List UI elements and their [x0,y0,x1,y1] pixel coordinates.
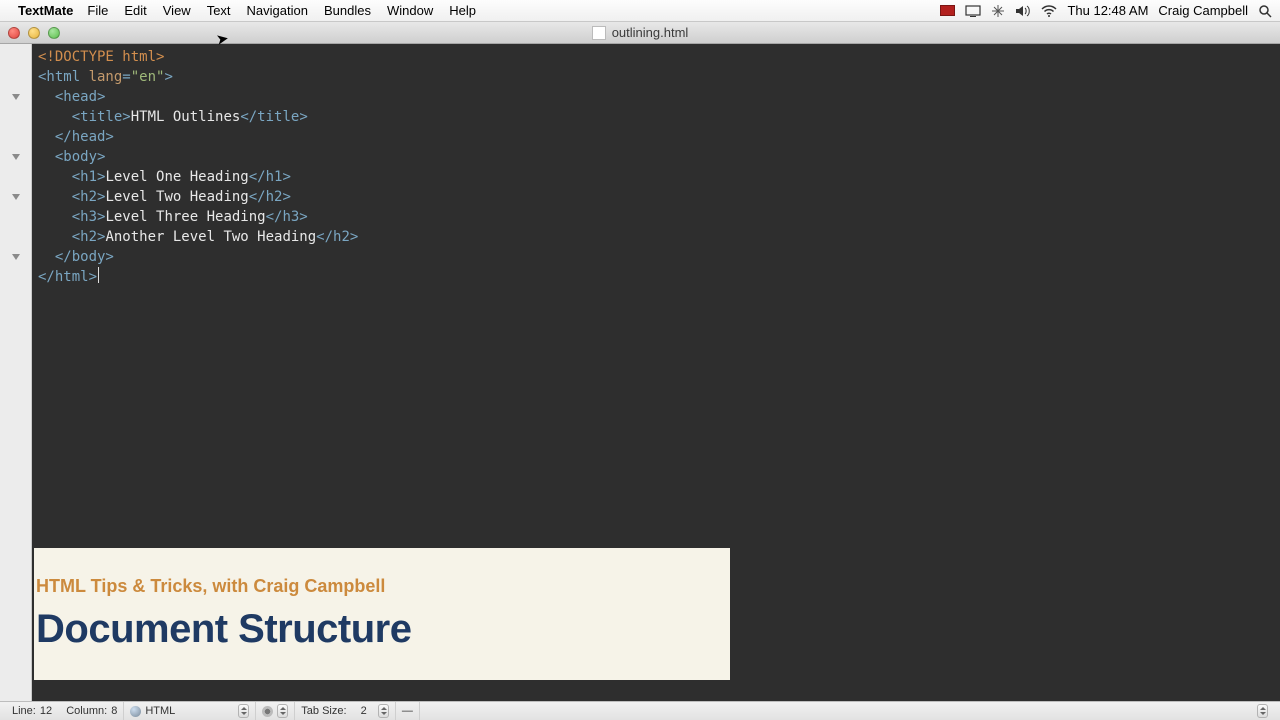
gear-stepper[interactable] [277,704,288,718]
status-tabsize[interactable]: Tab Size: 2 [295,702,396,720]
sync-icon[interactable] [991,4,1005,18]
status-column-label: Column: [66,705,107,717]
volume-icon[interactable] [1015,5,1031,17]
status-corner-stepper[interactable] [1251,702,1274,720]
tabsize-stepper[interactable] [378,704,389,718]
code-line[interactable]: <h2>Level Two Heading</h2> [38,187,1274,207]
globe-icon [130,706,141,717]
status-tabsize-value: 2 [361,705,367,717]
menu-help[interactable]: Help [449,3,476,18]
spotlight-icon[interactable] [1258,4,1272,18]
recording-icon [940,5,955,16]
corner-stepper[interactable] [1257,704,1268,718]
status-column-value: 8 [111,705,117,717]
menu-navigation[interactable]: Navigation [247,3,308,18]
menu-text[interactable]: Text [207,3,231,18]
fold-icon[interactable] [12,154,20,160]
status-line[interactable]: Line: 12 Column: 8 [6,702,124,720]
lower-third-overlay: HTML Tips & Tricks, with Craig Campbell … [34,548,730,680]
window-titlebar[interactable]: outlining.html [0,22,1280,44]
gutter-row[interactable] [0,187,31,207]
close-button[interactable] [8,27,20,39]
menubar-clock[interactable]: Thu 12:48 AM [1067,3,1148,18]
code-line[interactable]: </head> [38,127,1274,147]
gutter-row[interactable] [0,147,31,167]
fold-icon[interactable] [12,94,20,100]
app-name[interactable]: TextMate [18,3,73,18]
code-line[interactable]: <h2>Another Level Two Heading</h2> [38,227,1274,247]
code-line[interactable]: <!DOCTYPE html> [38,47,1274,67]
display-icon[interactable] [965,5,981,17]
code-line[interactable]: </html> [38,267,1274,287]
menubar-user[interactable]: Craig Campbell [1158,3,1248,18]
overlay-title: Document Structure [36,607,728,652]
menu-window[interactable]: Window [387,3,433,18]
status-line-label: Line: [12,705,36,717]
gutter-row[interactable] [0,267,31,287]
wifi-icon[interactable] [1041,5,1057,17]
editor-statusbar: Line: 12 Column: 8 HTML Tab Size: 2 — [0,701,1280,720]
code-line[interactable]: <title>HTML Outlines</title> [38,107,1274,127]
window-title: outlining.html [0,25,1280,40]
status-symbol: — [402,705,413,717]
gutter-row[interactable] [0,47,31,67]
code-line[interactable]: <body> [38,147,1274,167]
overlay-subtitle: HTML Tips & Tricks, with Craig Campbell [36,576,728,597]
window-controls [0,27,60,39]
status-gear[interactable] [256,702,295,720]
macos-menubar: TextMate File Edit View Text Navigation … [0,0,1280,22]
code-line[interactable]: <head> [38,87,1274,107]
status-symbol-selector[interactable]: — [396,702,420,720]
gutter-row[interactable] [0,207,31,227]
gutter-row[interactable] [0,87,31,107]
status-tabsize-label: Tab Size: [301,705,346,717]
fold-icon[interactable] [12,254,20,260]
menu-view[interactable]: View [163,3,191,18]
document-icon [592,26,606,40]
code-line[interactable]: <h3>Level Three Heading</h3> [38,207,1274,227]
language-stepper[interactable] [238,704,249,718]
gutter-row[interactable] [0,227,31,247]
gutter-row[interactable] [0,67,31,87]
status-language-selector[interactable]: HTML [124,702,256,720]
code-line[interactable]: <h1>Level One Heading</h1> [38,167,1274,187]
menu-bundles[interactable]: Bundles [324,3,371,18]
window-title-text: outlining.html [612,25,689,40]
minimize-button[interactable] [28,27,40,39]
gutter-row[interactable] [0,247,31,267]
menu-edit[interactable]: Edit [124,3,146,18]
status-line-value: 12 [40,705,52,717]
gutter-row[interactable] [0,167,31,187]
gutter-row[interactable] [0,127,31,147]
gutter-row[interactable] [0,107,31,127]
menu-file[interactable]: File [87,3,108,18]
code-line[interactable]: <html lang="en"> [38,67,1274,87]
gear-icon [262,706,273,717]
status-language: HTML [145,705,175,717]
editor-gutter[interactable] [0,44,32,701]
fold-icon[interactable] [12,194,20,200]
zoom-button[interactable] [48,27,60,39]
code-line[interactable]: </body> [38,247,1274,267]
